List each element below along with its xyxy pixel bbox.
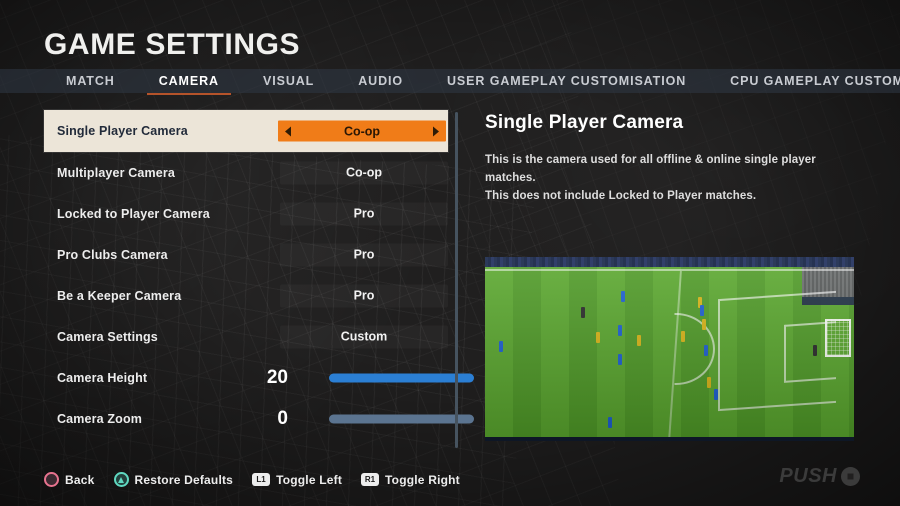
player-marker	[596, 332, 600, 343]
touchline-marking	[485, 269, 854, 271]
detail-pane: Single Player Camera This is the camera …	[485, 112, 860, 205]
tab-bar: MATCH CAMERA VISUAL AUDIO USER GAMEPLAY …	[44, 69, 900, 95]
setting-label: Camera Zoom	[57, 411, 143, 426]
setting-row-be-a-keeper-camera[interactable]: Be a Keeper Camera Pro	[44, 275, 448, 316]
slider-value: 20	[266, 366, 288, 388]
setting-value: Pro	[353, 247, 375, 262]
setting-value-selector[interactable]: Co-op	[278, 120, 446, 142]
setting-value-selector[interactable]: Custom	[280, 325, 448, 348]
prompt-toggle-right[interactable]: R1 Toggle Right	[361, 473, 460, 487]
page-title: GAME SETTINGS	[44, 28, 301, 61]
halfway-line-marking	[668, 271, 682, 437]
push-square-icon	[841, 467, 860, 486]
stadium-crowd	[485, 257, 854, 267]
detail-description: This is the camera used for all offline …	[485, 152, 860, 205]
setting-value: Co-op	[345, 165, 383, 180]
setting-label: Camera Settings	[57, 329, 158, 344]
tab-cpu-gameplay-customisation[interactable]: CPU GAMEPLAY CUSTOMISATION	[708, 69, 900, 93]
camera-zoom-slider[interactable]	[329, 414, 474, 423]
player-marker	[707, 377, 711, 388]
player-marker	[499, 341, 503, 352]
setting-row-single-player-camera[interactable]: Single Player Camera Co-op	[44, 110, 448, 152]
player-marker	[618, 325, 622, 336]
l1-shoulder-button-icon: L1	[252, 473, 271, 486]
tab-label: MATCH	[66, 74, 115, 88]
tab-label: USER GAMEPLAY CUSTOMISATION	[447, 74, 687, 88]
setting-value: Custom	[340, 329, 388, 344]
playstation-triangle-button-icon	[113, 472, 129, 487]
setting-value-selector[interactable]: Pro	[280, 284, 448, 307]
setting-label: Be a Keeper Camera	[57, 288, 182, 303]
setting-label: Locked to Player Camera	[57, 206, 210, 221]
tab-audio[interactable]: AUDIO	[336, 69, 425, 93]
setting-value: Pro	[353, 288, 375, 303]
prompt-restore-defaults[interactable]: Restore Defaults	[113, 472, 234, 487]
player-marker	[714, 389, 718, 400]
setting-value: Co-op	[343, 124, 381, 138]
tab-label: AUDIO	[358, 74, 403, 88]
penalty-area-marking	[718, 290, 836, 412]
detail-title: Single Player Camera	[485, 112, 684, 133]
setting-label: Multiplayer Camera	[57, 165, 176, 180]
button-prompt-bar: Back Restore Defaults L1 Toggle Left R1 …	[44, 472, 460, 487]
tab-camera[interactable]: CAMERA	[137, 69, 241, 95]
setting-label: Pro Clubs Camera	[57, 247, 168, 262]
tab-visual[interactable]: VISUAL	[241, 69, 336, 93]
caret-right-icon[interactable]	[433, 126, 439, 136]
player-marker	[702, 319, 706, 330]
goal-net	[825, 319, 851, 357]
tab-match[interactable]: MATCH	[44, 69, 137, 93]
camera-preview-image	[485, 257, 854, 441]
player-marker	[608, 417, 612, 428]
list-scrollbar[interactable]	[455, 112, 458, 448]
prompt-label: Back	[65, 472, 95, 487]
detail-description-line-1: This is the camera used for all offline …	[485, 154, 816, 184]
setting-value-selector[interactable]: Co-op	[280, 161, 448, 184]
setting-value-selector[interactable]: Pro	[280, 243, 448, 266]
player-marker	[621, 291, 625, 302]
tab-label: VISUAL	[262, 74, 315, 88]
camera-height-slider[interactable]	[329, 373, 474, 382]
prompt-label: Toggle Right	[385, 472, 460, 487]
push-watermark: PUSH	[779, 465, 860, 488]
player-marker	[704, 345, 708, 356]
prompt-back[interactable]: Back	[44, 472, 95, 487]
setting-row-camera-settings[interactable]: Camera Settings Custom	[44, 316, 448, 357]
tab-label: CPU GAMEPLAY CUSTOMISATION	[730, 74, 900, 88]
setting-row-pro-clubs-camera[interactable]: Pro Clubs Camera Pro	[44, 234, 448, 275]
setting-row-multiplayer-camera[interactable]: Multiplayer Camera Co-op	[44, 152, 448, 193]
prompt-label: Toggle Left	[276, 472, 343, 487]
player-marker	[637, 335, 641, 346]
prompt-label: Restore Defaults	[134, 472, 234, 487]
setting-value-selector[interactable]: Pro	[280, 202, 448, 225]
setting-row-camera-height[interactable]: Camera Height 20	[44, 357, 474, 398]
player-marker	[681, 331, 685, 342]
slider-value: 0	[277, 407, 288, 429]
tab-user-gameplay-customisation[interactable]: USER GAMEPLAY CUSTOMISATION	[425, 69, 708, 93]
goal-area-marking	[784, 321, 836, 383]
setting-label: Camera Height	[57, 370, 148, 385]
setting-row-locked-to-player-camera[interactable]: Locked to Player Camera Pro	[44, 193, 448, 234]
settings-list: Single Player Camera Co-op Multiplayer C…	[44, 110, 474, 439]
setting-row-camera-zoom[interactable]: Camera Zoom 0	[44, 398, 474, 439]
tab-label: CAMERA	[158, 74, 219, 88]
player-marker	[700, 305, 704, 316]
stadium-stand-right	[802, 267, 854, 305]
player-marker	[698, 297, 702, 308]
goalkeeper-marker	[813, 345, 817, 356]
playstation-circle-button-icon	[44, 472, 59, 487]
football-pitch	[485, 267, 854, 437]
push-watermark-text: PUSH	[779, 465, 837, 487]
prompt-toggle-left[interactable]: L1 Toggle Left	[252, 473, 342, 487]
detail-description-line-2: This does not include Locked to Player m…	[485, 189, 757, 202]
setting-label: Single Player Camera	[57, 124, 188, 138]
r1-shoulder-button-icon: R1	[361, 473, 380, 486]
setting-value: Pro	[353, 206, 375, 221]
player-marker	[618, 354, 622, 365]
player-marker	[581, 307, 585, 318]
center-circle-marking	[674, 313, 715, 385]
